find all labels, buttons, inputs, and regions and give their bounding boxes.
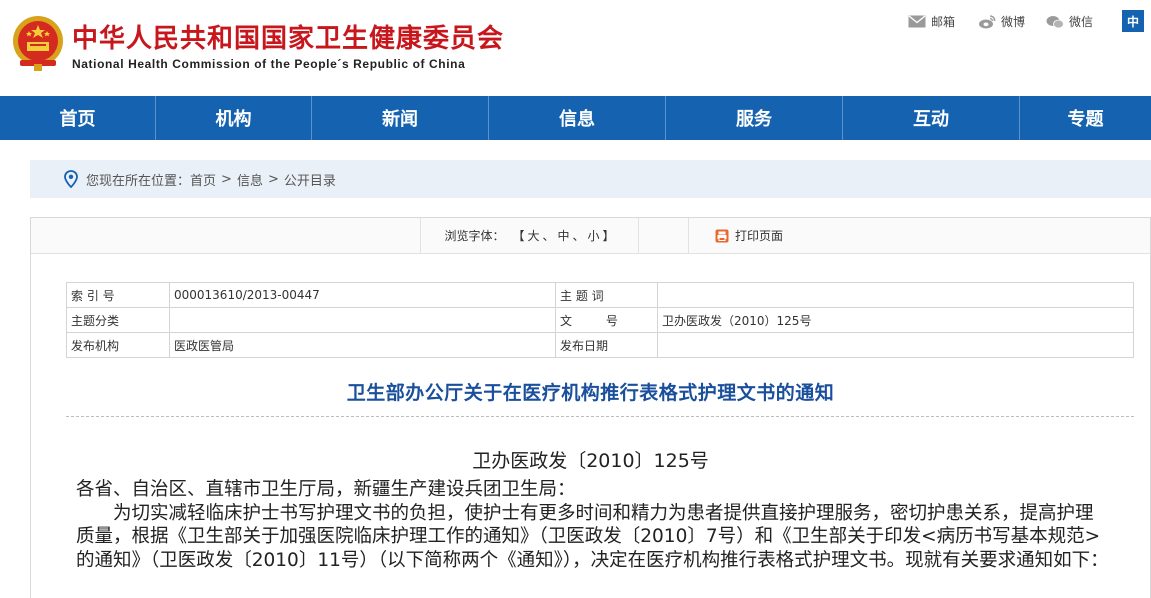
nav-item-topics[interactable]: 专题	[1020, 96, 1151, 140]
mail-icon	[908, 15, 926, 28]
font-bracket-open: 【	[512, 229, 525, 243]
font-size-small-button[interactable]: 小	[588, 227, 600, 244]
meta-publisher-value: 医政医管局	[169, 332, 556, 358]
print-page-label: 打印页面	[735, 229, 784, 243]
breadcrumb-prefix: 您现在所在位置：	[86, 173, 191, 189]
breadcrumb-public-catalog[interactable]: 公开目录	[284, 170, 336, 189]
meta-index-value: 000013610/2013-00447	[169, 282, 556, 308]
share-weibo-link[interactable]: 微博	[978, 13, 1025, 30]
font-bracket-close: 】	[602, 229, 615, 243]
weibo-icon	[979, 14, 996, 28]
meta-publisher-label: 发布机构	[66, 332, 170, 358]
site-title: 中华人民共和国国家卫生健康委员会	[72, 24, 505, 54]
content-frame: 浏览字体： 【 大 、 中 、 小 】 打印页面 索 引 号 000013610…	[30, 217, 1151, 598]
share-weibo-label: 微博	[1001, 15, 1026, 29]
site-header: 中华人民共和国国家卫生健康委员会 National Health Commiss…	[0, 0, 1151, 96]
font-size-label: 浏览字体：	[444, 229, 505, 243]
wechat-icon	[1046, 15, 1064, 28]
nav-item-news[interactable]: 新闻	[312, 96, 489, 140]
breadcrumb-separator: >	[221, 171, 232, 187]
font-size-selector: 浏览字体： 【 大 、 中 、 小 】	[420, 218, 639, 253]
article-toolbar: 浏览字体： 【 大 、 中 、 小 】 打印页面	[31, 218, 1150, 254]
breadcrumb-information[interactable]: 信息	[237, 170, 263, 189]
font-size-medium-button[interactable]: 中	[558, 227, 570, 244]
share-wechat-link[interactable]: 微信	[1046, 13, 1093, 30]
share-wechat-label: 微信	[1069, 15, 1094, 29]
meta-docno-label: 文 号	[555, 307, 658, 333]
site-subtitle: National Health Commission of the People…	[72, 57, 466, 71]
meta-index-label: 索 引 号	[66, 282, 170, 308]
article-title: 卫生部办公厅关于在医疗机构推行表格式护理文书的通知	[346, 382, 835, 404]
nav-item-organization[interactable]: 机构	[156, 96, 312, 140]
national-emblem-icon[interactable]	[10, 14, 66, 72]
meta-keyword-value	[657, 282, 1134, 308]
breadcrumb: 您现在所在位置： 首页 > 信息 > 公开目录	[30, 160, 1151, 198]
meta-category-label: 主题分类	[66, 307, 170, 333]
share-mail-link[interactable]: 邮箱	[908, 13, 955, 30]
document-metadata-table: 索 引 号 000013610/2013-00447 主 题 词 主题分类 文 …	[66, 282, 1134, 358]
article-greeting: 各省、自治区、直辖市卫生厅局，新疆生产建设兵团卫生局：	[76, 479, 576, 500]
breadcrumb-separator: >	[267, 171, 279, 187]
nav-item-interaction[interactable]: 互动	[843, 96, 1020, 140]
print-icon	[715, 229, 729, 242]
location-pin-icon	[64, 170, 78, 188]
font-size-separator: 、	[572, 229, 585, 243]
meta-docno-value: 卫办医政发（2010）125号	[657, 307, 1134, 333]
article-doc-number: 卫办医政发〔2010〕125号	[472, 450, 709, 472]
language-switch-button[interactable]: 中	[1122, 10, 1144, 32]
meta-date-value	[657, 332, 1134, 358]
share-mail-label: 邮箱	[931, 15, 956, 29]
article-paragraph: 为切实减轻临床护士书写护理文书的负担，使护士有更多时间和精力为患者提供直接护理服…	[76, 502, 1109, 571]
meta-keyword-label: 主 题 词	[555, 282, 658, 308]
nav-item-home[interactable]: 首页	[0, 96, 156, 140]
nav-item-information[interactable]: 信息	[489, 96, 666, 140]
meta-date-label: 发布日期	[555, 332, 658, 358]
breadcrumb-home[interactable]: 首页	[190, 170, 216, 189]
toolbar-divider	[639, 218, 689, 253]
meta-category-value	[169, 307, 556, 333]
print-page-button[interactable]: 打印页面	[715, 218, 783, 253]
font-size-large-button[interactable]: 大	[527, 227, 539, 244]
main-nav: 首页 机构 新闻 信息 服务 互动 专题	[0, 96, 1151, 140]
article-body: 各省、自治区、直辖市卫生厅局，新疆生产建设兵团卫生局： 为切实减轻临床护士书写护…	[76, 478, 1111, 572]
title-divider	[66, 416, 1134, 417]
font-size-separator: 、	[542, 229, 555, 243]
nav-item-services[interactable]: 服务	[666, 96, 843, 140]
